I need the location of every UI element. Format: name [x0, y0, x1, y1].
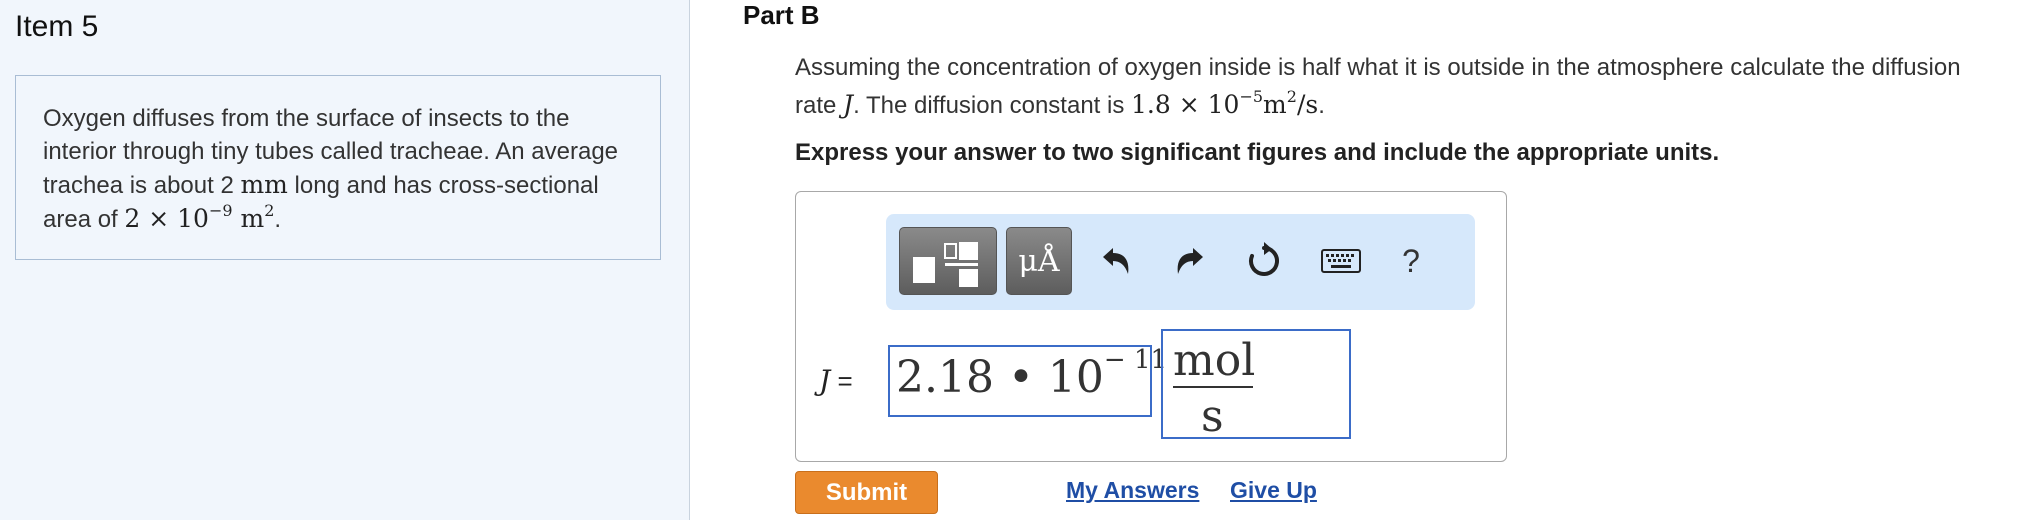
item-title: Item 5	[15, 10, 99, 43]
problem-area-exp: −9	[208, 201, 233, 220]
question-text: Assuming the concentration of oxygen ins…	[795, 49, 1995, 124]
reset-button[interactable]	[1243, 240, 1285, 282]
help-button[interactable]: ?	[1390, 240, 1432, 282]
answer-value-field[interactable]: 2.18 • 10− 11	[888, 345, 1167, 417]
part-title: Part B	[743, 0, 820, 30]
unit-fraction-bar	[1173, 386, 1253, 388]
answer-equals: =	[830, 366, 853, 396]
problem-statement: Oxygen diffuses from the surface of inse…	[15, 75, 661, 260]
my-answers-link[interactable]: My Answers	[1066, 477, 1199, 504]
undo-icon	[1103, 248, 1129, 274]
problem-area-value: 2 × 10−9 m2	[124, 201, 275, 234]
redo-button[interactable]	[1169, 240, 1211, 282]
question-const-unit-exp: 2	[1286, 87, 1297, 106]
unit-denominator: s	[1201, 391, 1224, 442]
answer-variable: J	[819, 364, 831, 397]
templates-button[interactable]	[899, 227, 997, 295]
unit-numerator: mol	[1173, 335, 1256, 386]
problem-text-end: .	[274, 206, 282, 233]
question-text-2: . The diffusion constant is	[853, 92, 1132, 119]
answer-unit-field[interactable]: mol s	[1161, 329, 1351, 442]
reset-icon	[1249, 242, 1279, 276]
question-text-end: .	[1318, 92, 1325, 119]
give-up-link[interactable]: Give Up	[1230, 477, 1317, 504]
problem-area-unit: m	[232, 204, 265, 233]
question-const-exp: −5	[1239, 87, 1264, 106]
answer-box: μÅ ? J = 2.18 • 10− 11 mol s	[795, 191, 1507, 462]
problem-area-unit-exp: 2	[264, 201, 275, 220]
answer-variable-label: J =	[819, 364, 853, 397]
keyboard-button[interactable]	[1320, 240, 1362, 282]
question-const-unit: m	[1263, 90, 1287, 119]
submit-button[interactable]: Submit	[795, 471, 938, 514]
question-constant: 1.8 × 10−5m2/s	[1131, 87, 1319, 120]
question-const-unit-tail: /s	[1296, 90, 1319, 119]
answer-mantissa: 2.18 • 10	[896, 352, 1104, 403]
problem-panel: Item 5 Oxygen diffuses from the surface …	[0, 0, 690, 520]
undo-button[interactable]	[1095, 240, 1137, 282]
problem-area-base: 2 × 10	[124, 204, 209, 233]
math-toolbar: μÅ ?	[886, 214, 1475, 310]
problem-unit-mm: mm	[240, 170, 288, 199]
question-const-base: 1.8 × 10	[1131, 90, 1240, 119]
keyboard-icon	[1321, 249, 1361, 273]
redo-icon	[1177, 248, 1203, 274]
templates-icon	[913, 242, 978, 287]
answer-instruction: Express your answer to two significant f…	[795, 139, 1720, 166]
units-button[interactable]: μÅ	[1006, 227, 1072, 295]
answer-exponent: − 11	[1103, 345, 1168, 375]
question-variable: J	[843, 90, 854, 119]
